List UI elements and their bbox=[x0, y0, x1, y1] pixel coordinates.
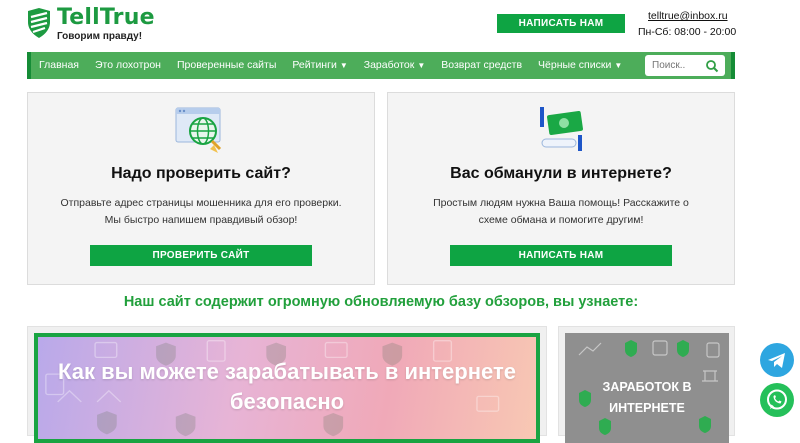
site-header: TellTrue Говорим правду! НАПИСАТЬ НАМ te… bbox=[0, 0, 800, 50]
featured-banner-card: Как вы можете зарабатывать в интернете б… bbox=[27, 326, 547, 443]
side-banner-card: ЗАРАБОТОК В ИНТЕРНЕТЕ bbox=[558, 326, 735, 443]
chevron-down-icon: ▼ bbox=[339, 61, 348, 70]
card-title: Вас обманули в интернете? bbox=[450, 165, 672, 182]
chevron-down-icon: ▼ bbox=[614, 61, 623, 70]
money-hand-icon bbox=[540, 107, 583, 151]
telegram-button[interactable] bbox=[760, 343, 794, 377]
contact-email-link[interactable]: telltrue@inbox.ru bbox=[648, 10, 728, 22]
nav-item-verified[interactable]: Проверенные сайты bbox=[169, 52, 284, 79]
featured-banner-title: Как вы можете зарабатывать в интернете б… bbox=[58, 359, 516, 414]
check-site-card: Надо проверить сайт? Отправьте адрес стр… bbox=[27, 92, 375, 285]
whatsapp-button[interactable] bbox=[760, 383, 794, 417]
chevron-down-icon: ▼ bbox=[417, 61, 426, 70]
globe-magnifier-icon bbox=[175, 107, 222, 153]
logo-tagline: Говорим правду! bbox=[57, 31, 143, 42]
nav-item-earnings[interactable]: Заработок ▼ bbox=[356, 52, 434, 79]
nav-label: Это лохотрон bbox=[94, 59, 161, 71]
report-scam-card: Вас обманули в интернете? Простым людям … bbox=[387, 92, 735, 285]
logo-shield-icon bbox=[28, 8, 50, 38]
nav-label: Рейтинги bbox=[292, 59, 337, 71]
nav-item-home[interactable]: Главная bbox=[31, 52, 87, 79]
earnings-banner-title: ЗАРАБОТОК В ИНТЕРНЕТЕ bbox=[602, 380, 692, 415]
earnings-banner[interactable]: ЗАРАБОТОК В ИНТЕРНЕТЕ bbox=[565, 333, 729, 443]
nav-item-blacklists[interactable]: Чёрные списки ▼ bbox=[530, 52, 630, 79]
check-site-button[interactable]: ПРОВЕРИТЬ САЙТ bbox=[90, 245, 312, 266]
nav-label: Заработок bbox=[363, 59, 415, 71]
card-title: Надо проверить сайт? bbox=[111, 165, 291, 182]
working-hours: Пн-Сб: 08:00 - 20:00 bbox=[638, 26, 737, 38]
nav-label: Главная bbox=[39, 59, 79, 71]
card-text: Отправьте адрес страницы мошенника для е… bbox=[60, 197, 342, 226]
featured-banner[interactable]: Как вы можете зарабатывать в интернете б… bbox=[34, 333, 540, 443]
telegram-icon bbox=[768, 353, 785, 368]
main-nav: Главная Это лохотрон Проверенные сайты Р… bbox=[27, 52, 735, 79]
card-text: Простым людям нужна Ваша помощь! Расскаж… bbox=[433, 197, 689, 226]
section-title: Наш сайт содержит огромную обновляемую б… bbox=[123, 294, 639, 310]
nav-item-refund[interactable]: Возврат средств bbox=[433, 52, 530, 79]
nav-label: Возврат средств bbox=[441, 59, 523, 71]
logo-name: TellTrue bbox=[57, 5, 155, 30]
nav-label: Чёрные списки bbox=[538, 59, 612, 71]
whatsapp-icon bbox=[767, 389, 787, 410]
nav-item-scam[interactable]: Это лохотрон bbox=[87, 52, 169, 79]
nav-label: Проверенные сайты bbox=[176, 59, 277, 71]
search-icon[interactable] bbox=[705, 59, 719, 73]
nav-item-ratings[interactable]: Рейтинги ▼ bbox=[284, 52, 355, 79]
write-us-button[interactable]: НАПИСАТЬ НАМ bbox=[497, 14, 625, 33]
search-input[interactable] bbox=[645, 60, 703, 71]
site-logo[interactable]: TellTrue Говорим правду! bbox=[27, 6, 155, 42]
search-box bbox=[645, 55, 725, 76]
write-us-button[interactable]: НАПИСАТЬ НАМ bbox=[450, 245, 672, 266]
